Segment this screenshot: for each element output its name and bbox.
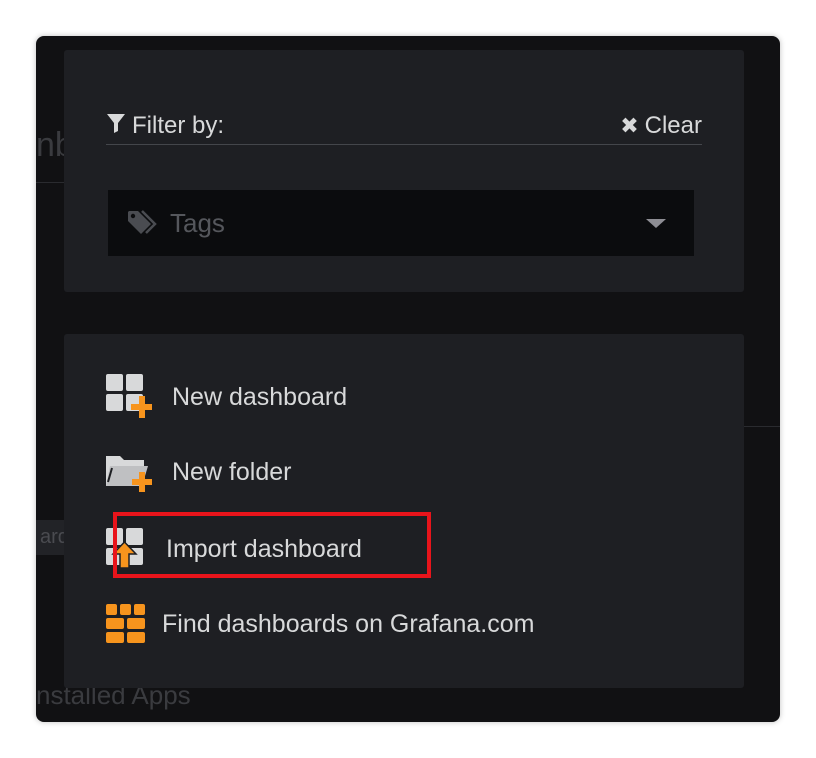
dashboard-import-icon: [106, 528, 146, 570]
grafana-grid-icon: [106, 604, 146, 644]
filter-icon: [106, 112, 132, 141]
background-divider-right: [744, 426, 780, 427]
filter-label: Filter by:: [132, 112, 225, 139]
new-folder-link[interactable]: New folder: [106, 452, 292, 492]
dashboard-search-overlay: nb ard nstalled Apps Filter by: ✖ Clear: [36, 36, 780, 722]
close-icon: ✖: [620, 113, 639, 138]
dashboard-add-icon: [106, 374, 152, 420]
filter-panel: Filter by: ✖ Clear Tags: [64, 50, 744, 292]
filter-header: Filter by: ✖ Clear: [106, 108, 702, 145]
folder-add-icon: [106, 452, 152, 492]
new-dashboard-link[interactable]: New dashboard: [106, 374, 347, 420]
filter-label-group: Filter by:: [106, 112, 224, 141]
clear-filter-label: Clear: [644, 112, 702, 139]
actions-panel: New dashboard New folder Import dashboar…: [64, 334, 744, 688]
new-dashboard-label: New dashboard: [172, 382, 348, 411]
new-folder-label: New folder: [172, 457, 292, 486]
background-divider: [36, 182, 66, 183]
find-dashboards-link[interactable]: Find dashboards on Grafana.com: [106, 604, 534, 644]
tags-select[interactable]: Tags: [108, 190, 694, 256]
tag-icon: [126, 208, 160, 238]
tags-placeholder: Tags: [170, 207, 225, 238]
import-dashboard-link[interactable]: Import dashboard: [106, 528, 362, 570]
clear-filter-button[interactable]: ✖ Clear: [620, 112, 702, 140]
find-dashboards-label: Find dashboards on Grafana.com: [162, 609, 535, 638]
chevron-down-icon: [646, 218, 666, 228]
import-dashboard-label: Import dashboard: [166, 534, 362, 563]
